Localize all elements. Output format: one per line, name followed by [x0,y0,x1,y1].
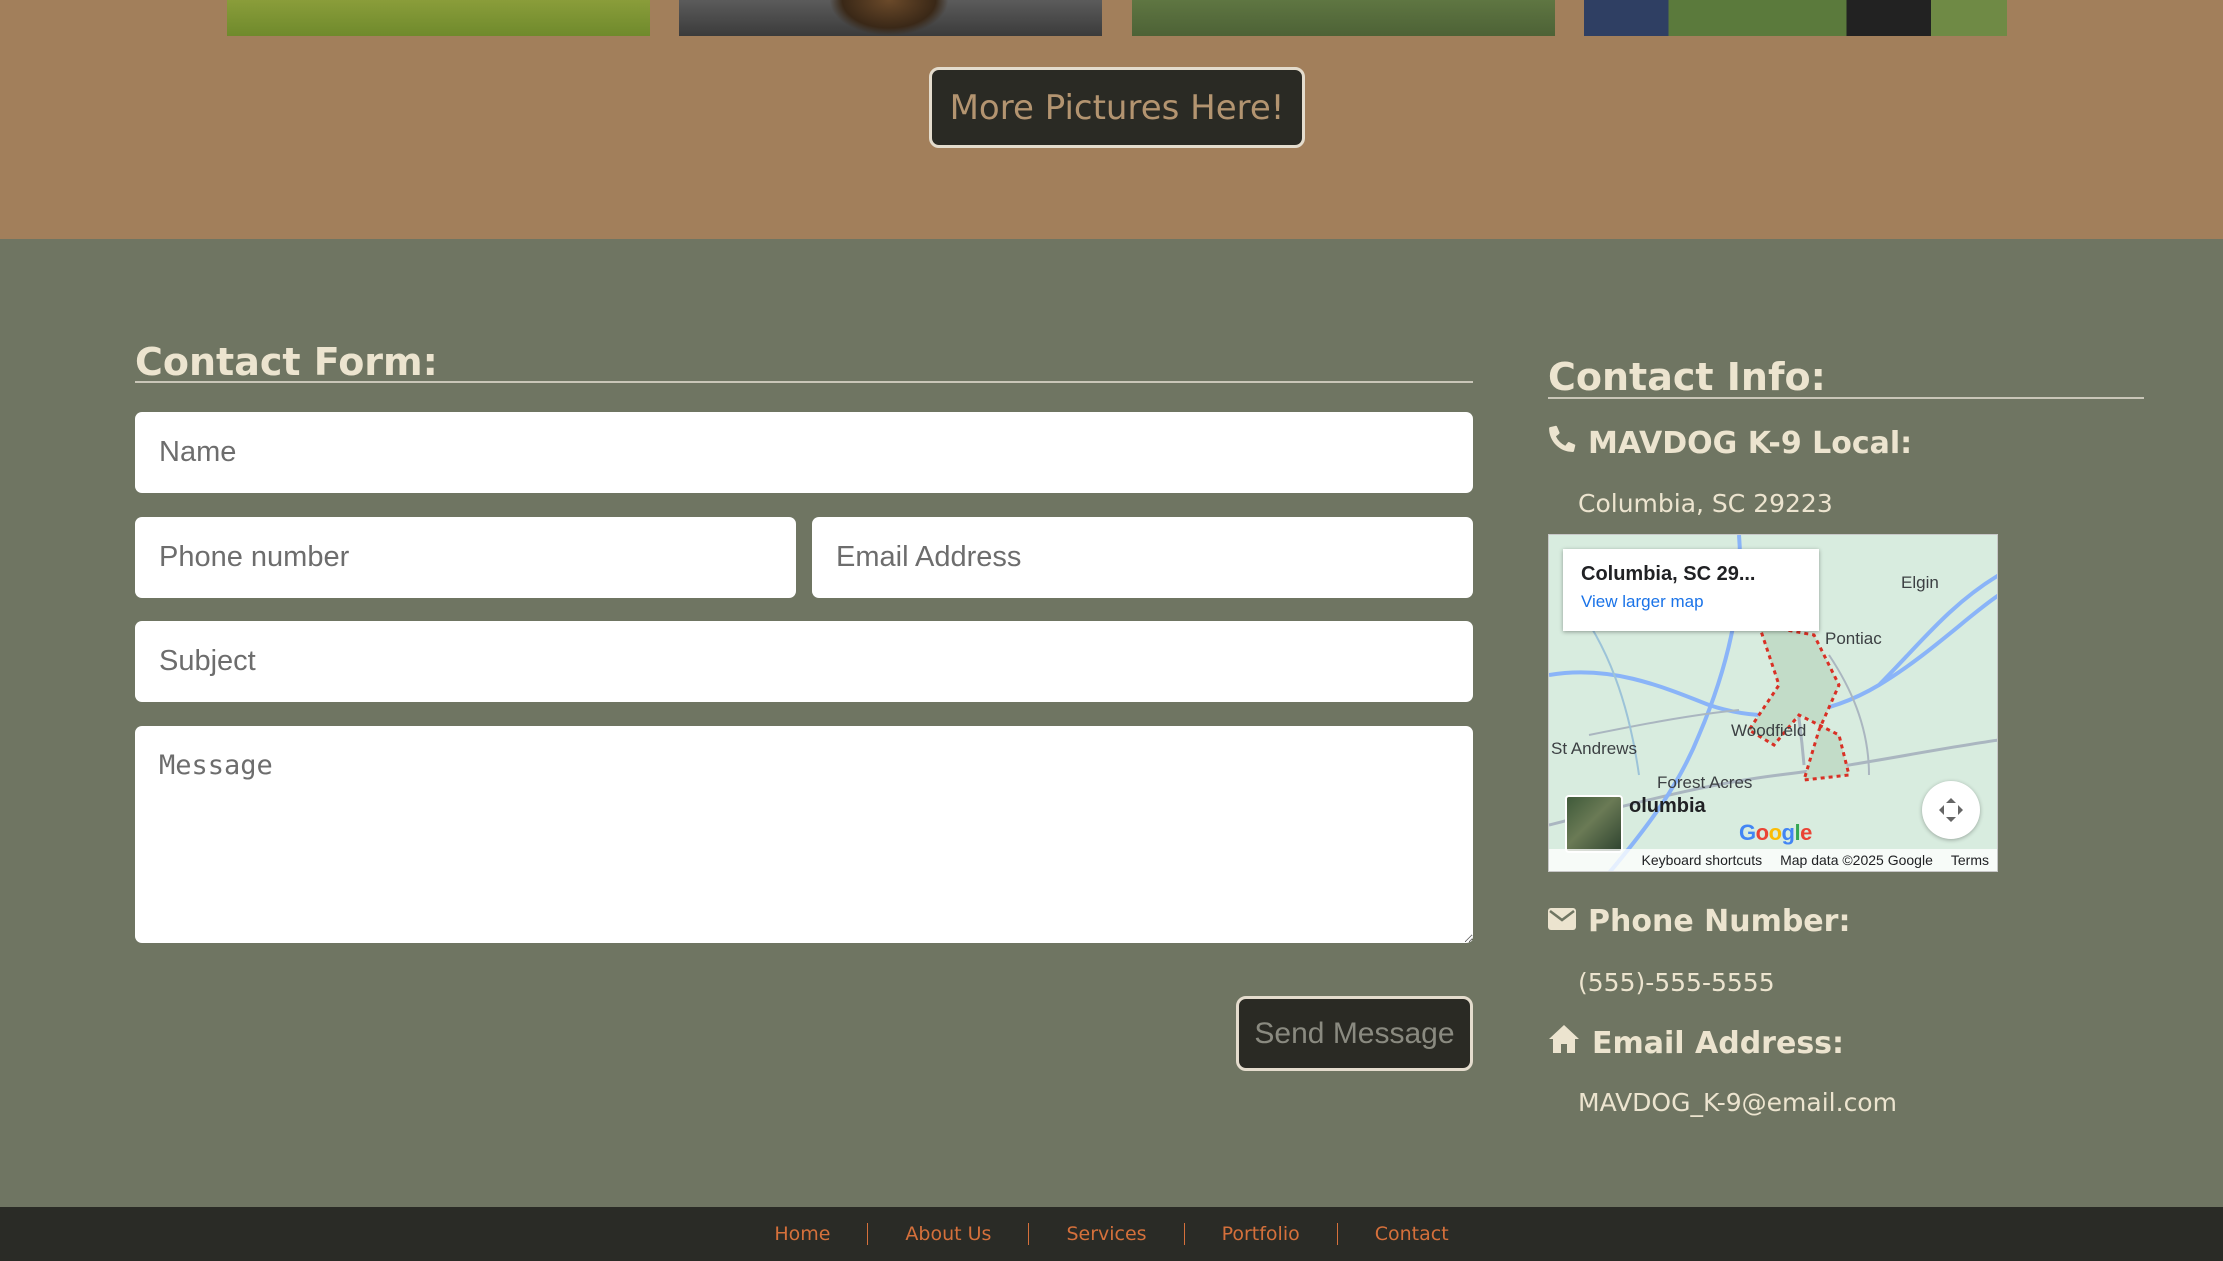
gallery-section: More Pictures Here! [0,0,2223,239]
map-label-forest-acres: Forest Acres [1657,773,1753,792]
nav-about-us[interactable]: About Us [867,1223,1028,1245]
map-card-title: Columbia, SC 29... [1581,563,1756,585]
envelope-icon [1548,904,1576,939]
email-label: Email Address: [1548,1024,1844,1062]
map-label-elgin: Elgin [1901,573,1939,592]
map-info-card: Columbia, SC 29... View larger map [1563,549,1819,631]
keyboard-shortcuts-link[interactable]: Keyboard shortcuts [1641,852,1762,868]
email-input[interactable] [812,517,1473,598]
fullscreen-icon[interactable] [1922,781,1980,839]
local-address: Columbia, SC 29223 [1578,489,1833,518]
contact-info-heading: Contact Info: [1548,355,1826,399]
map-label-columbia: olumbia [1629,795,1706,817]
nav-home[interactable]: Home [737,1223,867,1245]
gallery-thumbnail[interactable] [1584,0,2007,36]
name-input[interactable] [135,412,1473,493]
subject-input[interactable] [135,621,1473,702]
phone-icon [1548,425,1576,461]
gallery-thumbnail[interactable] [679,0,1102,36]
contact-form-heading: Contact Form: [135,340,438,384]
heading-divider [135,381,1473,383]
map-label-pontiac: Pontiac [1825,629,1882,648]
phone-label-text: Phone Number: [1588,904,1851,939]
send-message-button[interactable]: Send Message [1236,996,1473,1071]
nav-contact[interactable]: Contact [1336,1223,1486,1245]
terms-link[interactable]: Terms [1951,852,1989,868]
phone-number: (555)-555-5555 [1578,968,1775,997]
footer-nav: Home About Us Services Portfolio Contact [0,1207,2223,1261]
phone-label: Phone Number: [1548,904,1850,939]
gallery-thumbnail[interactable] [227,0,650,36]
view-larger-map-link[interactable]: View larger map [1581,592,1801,612]
gallery-thumbnail[interactable] [1132,0,1555,36]
email-address: MAVDOG_K-9@email.com [1578,1088,1897,1117]
email-label-text: Email Address: [1592,1025,1845,1061]
local-label-text: MAVDOG K-9 Local: [1588,425,1913,461]
map-label-woodfield: Woodfield [1731,721,1807,740]
more-pictures-button[interactable]: More Pictures Here! [929,67,1305,148]
message-textarea[interactable] [135,726,1473,943]
nav-services[interactable]: Services [1028,1223,1183,1245]
map-footer: Keyboard shortcuts Map data ©2025 Google… [1549,849,1997,871]
phone-input[interactable] [135,517,796,598]
home-icon [1548,1024,1580,1062]
nav-portfolio[interactable]: Portfolio [1183,1223,1337,1245]
map-label-st-andrews: St Andrews [1551,739,1637,758]
satellite-toggle[interactable] [1565,795,1623,853]
heading-divider [1548,397,2144,399]
location-map[interactable]: Columbia, SC 29... View larger map Elgin… [1548,534,1998,872]
map-data-attribution: Map data ©2025 Google [1780,852,1933,868]
local-label: MAVDOG K-9 Local: [1548,425,1912,461]
google-logo: Google [1739,820,1812,845]
